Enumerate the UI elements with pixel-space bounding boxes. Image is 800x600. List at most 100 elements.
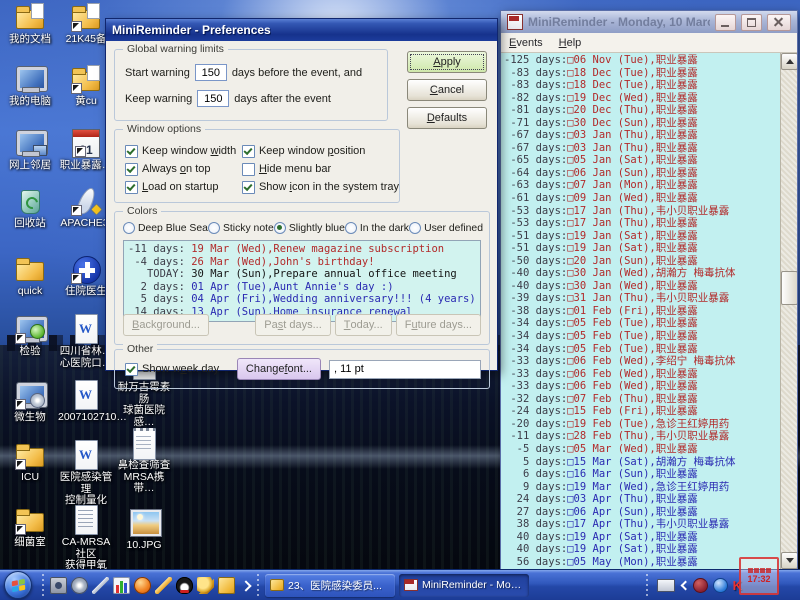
reminder-entry[interactable]: -11 days:□28 Feb (Thu),韦小贝职业暴露 bbox=[504, 430, 780, 443]
color-scheme-radio[interactable]: In the dark bbox=[345, 222, 409, 234]
past-days-button[interactable]: Past days... bbox=[255, 314, 331, 336]
option-checkbox[interactable]: Show icon in the system tray bbox=[242, 178, 399, 196]
desktop-icon[interactable]: 检验 bbox=[2, 314, 58, 358]
reminder-entry[interactable]: -34 days:□05 Feb (Tue),职业暴露 bbox=[504, 317, 780, 330]
desktop-icon[interactable]: quick bbox=[2, 254, 58, 298]
color-scheme-radio[interactable]: Deep Blue Sea bbox=[123, 222, 208, 234]
reminder-entry[interactable]: -40 days:□30 Jan (Wed),职业暴露 bbox=[504, 280, 780, 293]
chart-icon[interactable] bbox=[113, 577, 130, 594]
change-font-button[interactable]: Change font... bbox=[237, 358, 321, 380]
reminder-entry[interactable]: -38 days:□01 Feb (Fri),职业暴露 bbox=[504, 305, 780, 318]
reminder-entry[interactable]: -51 days:□19 Jan (Sat),职业暴露 bbox=[504, 230, 780, 243]
reminder-entry[interactable]: -82 days:□19 Dec (Wed),职业暴露 bbox=[504, 92, 780, 105]
reminder-entry[interactable]: -20 days:□19 Feb (Tue),急诊王红婷用药 bbox=[504, 418, 780, 431]
vertical-scrollbar[interactable] bbox=[780, 53, 797, 569]
blue-dot-icon[interactable] bbox=[713, 578, 728, 593]
close-button[interactable] bbox=[767, 14, 791, 31]
menu-events[interactable]: Events bbox=[501, 35, 551, 51]
reminder-entry[interactable]: -83 days:□18 Dec (Tue),职业暴露 bbox=[504, 79, 780, 92]
option-checkbox[interactable]: Always on top bbox=[125, 160, 242, 178]
color-scheme-radio[interactable]: Slightly blue bbox=[274, 222, 345, 234]
camera-icon[interactable] bbox=[50, 577, 67, 594]
reminder-entry[interactable]: 40 days:□19 Apr (Sat),职业暴露 bbox=[504, 543, 780, 556]
reminder-entry[interactable]: -53 days:□17 Jan (Thu),职业暴露 bbox=[504, 217, 780, 230]
scrollbar-thumb[interactable] bbox=[781, 271, 797, 305]
start-warning-input[interactable] bbox=[195, 64, 227, 81]
maximize-button[interactable] bbox=[741, 14, 762, 31]
desktop-icon[interactable]: ICU bbox=[2, 440, 58, 484]
scroll-down-button[interactable] bbox=[781, 552, 797, 569]
desktop-icon[interactable]: 我的电脑 bbox=[2, 64, 58, 108]
reminder-list[interactable]: -125 days:□06 Nov (Tue),职业暴露 -83 days:□1… bbox=[504, 54, 780, 569]
reminder-entry[interactable]: 38 days:□17 Apr (Thu),韦小贝职业暴露 bbox=[504, 518, 780, 531]
reminder-entry[interactable]: -40 days:□30 Jan (Wed),胡瀚方 梅毒抗体 bbox=[504, 267, 780, 280]
chevron-left-icon[interactable] bbox=[680, 581, 688, 589]
red-dot-icon[interactable] bbox=[693, 578, 708, 593]
reminder-entry[interactable]: -32 days:□07 Feb (Thu),职业暴露 bbox=[504, 393, 780, 406]
cancel-button[interactable]: Cancel bbox=[407, 79, 487, 101]
reminder-entry[interactable]: -61 days:□09 Jan (Wed),职业暴露 bbox=[504, 192, 780, 205]
reminder-entry[interactable]: -50 days:□20 Jan (Sun),职业暴露 bbox=[504, 255, 780, 268]
reminder-entry[interactable]: -5 days:□05 Mar (Wed),职业暴露 bbox=[504, 443, 780, 456]
desktop-icon[interactable]: 鼻检查筛查MRSA携带… bbox=[116, 428, 172, 495]
qq-icon[interactable] bbox=[176, 577, 193, 594]
today-button[interactable]: Today... bbox=[335, 314, 392, 336]
reminder-entry[interactable]: -39 days:□31 Jan (Thu),韦小贝职业暴露 bbox=[504, 292, 780, 305]
color-scheme-radio[interactable]: User defined bbox=[409, 222, 483, 234]
font-description-field[interactable] bbox=[329, 360, 481, 379]
option-checkbox[interactable]: Keep window position bbox=[242, 142, 399, 160]
apply-button[interactable]: Apply bbox=[407, 51, 487, 73]
key-icon[interactable] bbox=[197, 577, 214, 594]
reminder-entry[interactable]: -33 days:□06 Feb (Wed),李绍宁 梅毒抗体 bbox=[504, 355, 780, 368]
reminder-entry[interactable]: 27 days:□06 Apr (Sun),职业暴露 bbox=[504, 506, 780, 519]
color-scheme-radio[interactable]: Sticky note bbox=[208, 222, 274, 234]
pen-icon[interactable] bbox=[92, 577, 109, 594]
reminder-entry[interactable]: -65 days:□05 Jan (Sat),职业暴露 bbox=[504, 154, 780, 167]
reminder-entry[interactable]: -67 days:□03 Jan (Thu),职业暴露 bbox=[504, 142, 780, 155]
taskbar-button[interactable]: MiniReminder - Mon... bbox=[399, 574, 529, 597]
reminder-entry[interactable]: -24 days:□15 Feb (Fri),职业暴露 bbox=[504, 405, 780, 418]
defaults-button[interactable]: Defaults bbox=[407, 107, 487, 129]
reminder-entry[interactable]: -81 days:□20 Dec (Thu),职业暴露 bbox=[504, 104, 780, 117]
desktop-icon[interactable]: 微生物 bbox=[2, 380, 58, 424]
reminder-entry[interactable]: -67 days:□03 Jan (Thu),职业暴露 bbox=[504, 129, 780, 142]
desktop-icon[interactable]: 网上邻居 bbox=[2, 128, 58, 172]
keyboard-icon[interactable] bbox=[657, 579, 675, 592]
reminder-entry[interactable]: -125 days:□06 Nov (Tue),职业暴露 bbox=[504, 54, 780, 67]
reminder-entry[interactable]: -33 days:□06 Feb (Wed),职业暴露 bbox=[504, 368, 780, 381]
firefox-icon[interactable] bbox=[134, 577, 151, 594]
reminder-entry[interactable]: -34 days:□05 Feb (Tue),职业暴露 bbox=[504, 330, 780, 343]
start-button[interactable] bbox=[4, 571, 32, 599]
desktop-icon[interactable]: 细菌室 bbox=[2, 505, 58, 549]
option-checkbox[interactable]: Load on startup bbox=[125, 178, 242, 196]
future-days-button[interactable]: Future days... bbox=[396, 314, 481, 336]
reminder-entry[interactable]: -51 days:□19 Jan (Sat),职业暴露 bbox=[504, 242, 780, 255]
option-checkbox[interactable]: Hide menu bar bbox=[242, 160, 399, 178]
keep-warning-input[interactable] bbox=[197, 90, 229, 107]
reminder-entry[interactable]: -63 days:□07 Jan (Mon),职业暴露 bbox=[504, 179, 780, 192]
reminder-entry[interactable]: 5 days:□15 Mar (Sat),胡瀚方 梅毒抗体 bbox=[504, 456, 780, 469]
reminder-entry[interactable]: 6 days:□16 Mar (Sun),职业暴露 bbox=[504, 468, 780, 481]
taskbar-button[interactable]: 23、医院感染委员... bbox=[265, 574, 395, 597]
desktop[interactable]: 我的文档我的电脑网上邻居回收站quick检验微生物ICU细菌室21K45备黄cu… bbox=[0, 0, 800, 600]
background-button[interactable]: Background... bbox=[123, 314, 209, 336]
brush-icon[interactable] bbox=[155, 577, 172, 594]
folder-icon[interactable] bbox=[218, 577, 235, 594]
scroll-up-button[interactable] bbox=[781, 53, 797, 70]
reminder-entry[interactable]: -83 days:□18 Dec (Tue),职业暴露 bbox=[504, 67, 780, 80]
reminder-entry[interactable]: -53 days:□17 Jan (Thu),韦小贝职业暴露 bbox=[504, 205, 780, 218]
menu-help[interactable]: Help bbox=[551, 35, 590, 51]
reminder-entry[interactable]: 40 days:□19 Apr (Sat),职业暴露 bbox=[504, 531, 780, 544]
reminder-entry[interactable]: -34 days:□05 Feb (Tue),职业暴露 bbox=[504, 343, 780, 356]
quick-launch-expand-icon[interactable] bbox=[240, 577, 250, 594]
desktop-icon[interactable]: W2007102710… bbox=[58, 380, 114, 424]
minireminder-titlebar[interactable]: MiniReminder - Monday, 10 March bbox=[501, 11, 797, 33]
desktop-icon[interactable]: 回收站 bbox=[2, 186, 58, 230]
option-checkbox[interactable]: Keep window width bbox=[125, 142, 242, 160]
show-week-day-checkbox[interactable]: Show week day bbox=[125, 360, 229, 378]
preferences-titlebar[interactable]: MiniReminder - Preferences bbox=[106, 19, 497, 41]
reminder-entry[interactable]: -33 days:□06 Feb (Wed),职业暴露 bbox=[504, 380, 780, 393]
media-player-icon[interactable] bbox=[71, 577, 88, 594]
desktop-icon[interactable]: 我的文档 bbox=[2, 2, 58, 46]
desktop-icon[interactable]: 10.JPG bbox=[116, 508, 172, 552]
